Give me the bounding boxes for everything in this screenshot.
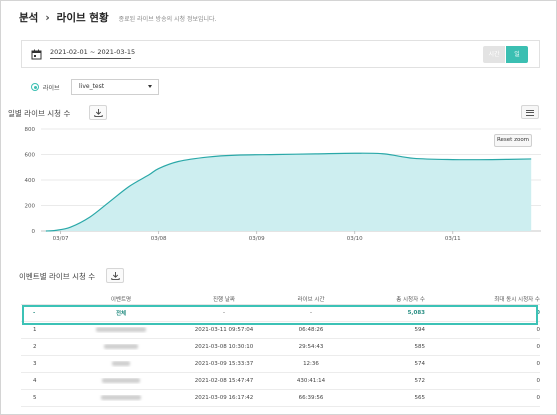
cell-duration: - <box>310 310 312 316</box>
cell-duration: 430:41:14 <box>296 378 326 384</box>
daily-chart-title: 일별 라이브 시청 수 <box>8 109 71 118</box>
cell-total: 585 <box>414 344 426 350</box>
y-tick-label: 200 <box>25 204 36 210</box>
live-select[interactable]: live_test <box>71 79 159 95</box>
cell-no: 2 <box>33 344 37 350</box>
live-filter-row: 라이브 live_test <box>31 79 159 95</box>
series-area <box>45 153 532 231</box>
x-tick-label: 03/07 <box>53 236 69 242</box>
cell-no: 1 <box>33 327 37 333</box>
granularity-day-button[interactable]: 일 <box>506 46 528 63</box>
download-icon <box>94 109 103 117</box>
table-header: 이벤트명 진행 날짜 라이브 시간 총 시청자 수 최대 동시 시청자 수 <box>21 293 540 305</box>
cell-event-redacted <box>61 327 181 333</box>
page-description: 종료된 라이브 방송의 시청 정보입니다. <box>118 16 217 23</box>
cell-peak: 0 <box>536 395 541 401</box>
cell-event-redacted <box>61 344 181 350</box>
cell-no: - <box>33 310 36 316</box>
cell-event-redacted <box>61 378 181 384</box>
cell-date: 2021-03-09 15:33:37 <box>194 361 254 367</box>
cell-date: 2021-03-09 16:17:42 <box>194 395 254 401</box>
download-icon <box>111 272 120 280</box>
cell-total: 565 <box>414 395 426 401</box>
y-tick-label: 0 <box>32 229 36 235</box>
col-header-date[interactable]: 진행 날짜 <box>181 295 267 303</box>
col-header-total[interactable]: 총 시청자 수 <box>355 295 425 303</box>
cell-total: 572 <box>414 378 426 384</box>
cell-peak: 0 <box>536 361 541 367</box>
granularity-hour-button[interactable]: 시간 <box>483 46 505 63</box>
x-tick-label: 03/11 <box>445 236 461 242</box>
date-range-input[interactable]: 2021-02-01 ~ 2021-03-15 <box>50 48 135 59</box>
table-download-button[interactable] <box>106 268 124 283</box>
cell-total: 5,083 <box>407 310 425 316</box>
table-row[interactable]: 4 2021-02-08 15:47:47 430:41:14 572 0 <box>21 373 540 390</box>
cell-duration: 06:48:26 <box>298 327 324 333</box>
y-tick-label: 400 <box>25 178 36 184</box>
breadcrumb-separator-icon: › <box>45 12 50 24</box>
cell-date: - <box>223 310 225 316</box>
cell-total: 594 <box>414 327 426 333</box>
table-row[interactable]: 2 2021-03-08 10:30:10 29:54:43 585 0 <box>21 339 540 356</box>
cell-event-redacted <box>61 395 181 401</box>
col-header-event[interactable]: 이벤트명 <box>61 295 181 303</box>
x-tick-label: 03/09 <box>249 236 265 242</box>
cell-peak: 0 <box>536 378 541 384</box>
event-table: 이벤트명 진행 날짜 라이브 시간 총 시청자 수 최대 동시 시청자 수 - … <box>21 293 540 407</box>
x-tick-label: 03/08 <box>151 236 167 242</box>
event-table-title: 이벤트별 라이브 시청 수 <box>19 272 96 281</box>
live-select-value: live_test <box>79 83 105 90</box>
cell-duration: 12:36 <box>303 361 319 367</box>
menu-line <box>526 112 534 113</box>
cell-peak: 0 <box>536 310 540 316</box>
table-row[interactable]: 5 2021-03-09 16:17:42 66:39:56 565 0 <box>21 390 540 407</box>
x-tick-label: 03/10 <box>347 236 363 242</box>
chart-menu-button[interactable] <box>521 105 539 119</box>
chevron-down-icon <box>148 85 152 88</box>
menu-line <box>526 109 534 111</box>
col-header-duration[interactable]: 라이브 시간 <box>267 295 355 303</box>
table-total-row: - 전체 - - 5,083 0 <box>21 305 540 322</box>
cell-date: 2021-03-08 10:30:10 <box>194 344 254 350</box>
col-header-peak[interactable]: 최대 동시 시청자 수 <box>425 295 540 303</box>
chart-download-button[interactable] <box>89 105 107 120</box>
cell-duration: 66:39:56 <box>298 395 324 401</box>
menu-line <box>526 114 534 116</box>
calendar-icon[interactable] <box>31 49 42 60</box>
page-title: 라이브 현황 <box>56 12 109 24</box>
live-radio-label: 라이브 <box>43 84 60 92</box>
cell-peak: 0 <box>536 327 541 333</box>
page-frame: 분석 › 라이브 현황 종료된 라이브 방송의 시청 정보입니다. 2021-0… <box>0 0 557 415</box>
cell-no: 3 <box>33 361 37 367</box>
table-row[interactable]: 1 2021-03-11 09:57:04 06:48:26 594 0 <box>21 322 540 339</box>
cell-event: 전체 <box>115 311 127 317</box>
cell-duration: 29:54:43 <box>298 344 324 350</box>
cell-no: 4 <box>33 378 37 384</box>
page-header: 분석 › 라이브 현황 종료된 라이브 방송의 시청 정보입니다. <box>19 10 216 26</box>
breadcrumb-analysis[interactable]: 분석 <box>19 10 38 25</box>
cell-date: 2021-03-11 09:57:04 <box>194 327 254 333</box>
y-tick-label: 600 <box>25 153 36 159</box>
cell-peak: 0 <box>536 344 541 350</box>
table-row[interactable]: 3 2021-03-09 15:33:37 12:36 574 0 <box>21 356 540 373</box>
cell-date: 2021-02-08 15:47:47 <box>194 378 254 384</box>
date-filter-panel: 2021-02-01 ~ 2021-03-15 시간 일 <box>21 40 540 68</box>
cell-event-redacted <box>61 361 181 367</box>
cell-total: 574 <box>414 361 426 367</box>
live-radio[interactable] <box>31 83 39 91</box>
cell-no: 5 <box>33 395 37 401</box>
y-tick-label: 800 <box>25 127 36 133</box>
daily-live-views-chart: 0 200 400 600 800 03/07 03/08 03/09 03/10 03/11 <box>25 127 541 242</box>
